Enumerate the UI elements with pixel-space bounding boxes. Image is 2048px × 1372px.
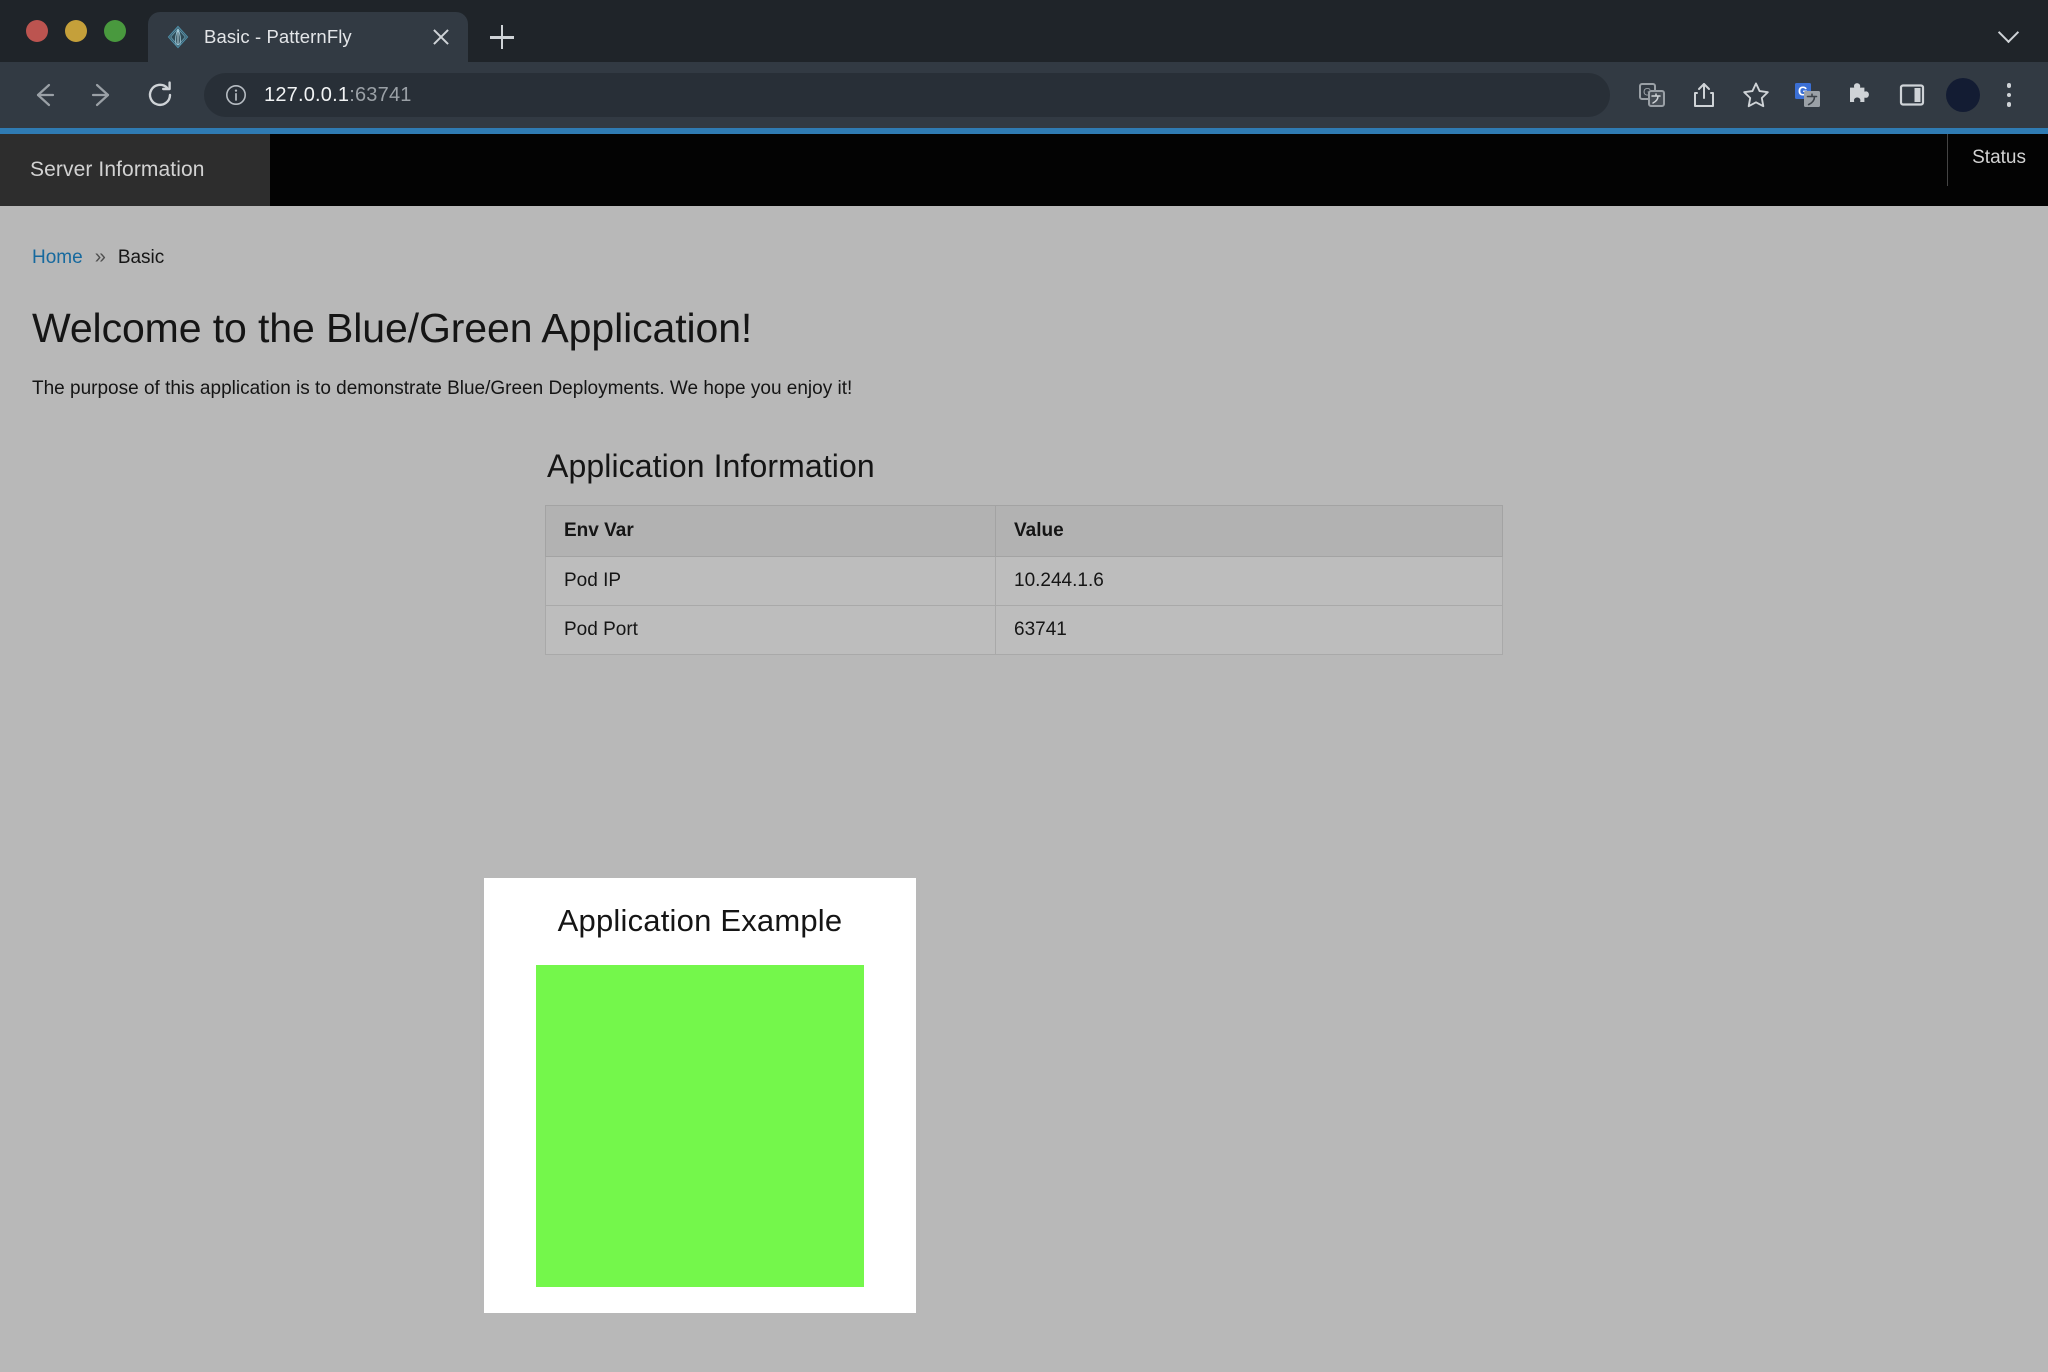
patternfly-logo-icon (167, 25, 189, 49)
reload-button[interactable] (138, 73, 182, 117)
masthead-spacer (270, 134, 1947, 206)
masthead-status-label[interactable]: Status (1972, 134, 2026, 169)
cell-env-var: Pod Port (545, 605, 996, 655)
application-information-table: Env Var Value Pod IP 10.244.1.6 Pod Port… (545, 505, 1503, 655)
masthead-brand-label: Server Information (30, 158, 205, 181)
column-header-value: Value (995, 505, 1503, 557)
browser-tab[interactable]: Basic - PatternFly (148, 12, 468, 62)
column-header-env-var: Env Var (545, 505, 996, 557)
cell-env-var: Pod IP (545, 556, 996, 606)
close-window-button[interactable] (26, 20, 48, 42)
extensions-puzzle-icon[interactable] (1834, 73, 1886, 117)
share-icon[interactable] (1678, 73, 1730, 117)
minimize-window-button[interactable] (65, 20, 87, 42)
masthead-brand[interactable]: Server Information (0, 134, 270, 206)
table-row: Pod Port 63741 (545, 605, 1503, 655)
browser-menu-button[interactable] (1992, 73, 2026, 117)
maximize-window-button[interactable] (104, 20, 126, 42)
chevron-down-icon[interactable] (1996, 18, 2022, 44)
close-tab-icon[interactable] (428, 24, 454, 50)
app-masthead: Server Information Status (0, 134, 2048, 206)
breadcrumb-item-home[interactable]: Home (32, 247, 83, 269)
application-information-heading: Application Information (547, 448, 875, 484)
url-host: 127.0.0.1 (264, 83, 350, 106)
toolbar-icons: G G (1626, 73, 2026, 117)
breadcrumb: Home » Basic (0, 206, 2048, 269)
tab-strip-right (1996, 0, 2048, 62)
new-tab-button[interactable] (482, 17, 522, 57)
url-port: :63741 (349, 83, 412, 106)
cell-value: 10.244.1.6 (995, 556, 1503, 606)
page-content: Home » Basic Welcome to the Blue/Green A… (0, 206, 2048, 1372)
browser-toolbar: 127.0.0.1:63741 G G (0, 62, 2048, 128)
table-header-row: Env Var Value (545, 505, 1503, 557)
application-example-card: Application Example (484, 878, 916, 1313)
page-viewport: Server Information Status Home » Basic W… (0, 128, 2048, 1372)
back-button[interactable] (22, 73, 66, 117)
translate-icon[interactable]: G (1626, 73, 1678, 117)
table-row: Pod IP 10.244.1.6 (545, 556, 1503, 606)
bookmark-star-icon[interactable] (1730, 73, 1782, 117)
url-text: 127.0.0.1:63741 (264, 84, 412, 107)
tab-title: Basic - PatternFly (204, 26, 352, 47)
breadcrumb-separator: » (94, 246, 106, 268)
side-panel-icon[interactable] (1886, 73, 1938, 117)
page-subtitle: The purpose of this application is to de… (32, 378, 853, 399)
breadcrumb-item-current: Basic (117, 246, 165, 268)
info-circle-icon[interactable] (224, 83, 248, 107)
masthead-divider (1947, 134, 1949, 186)
masthead-toolbar: Status (1947, 134, 2048, 206)
window-traffic-lights (0, 0, 146, 62)
forward-button[interactable] (80, 73, 124, 117)
application-information-section: Application Information Env Var Value Po… (545, 448, 1503, 655)
application-example-color-swatch (536, 965, 864, 1287)
address-bar[interactable]: 127.0.0.1:63741 (204, 73, 1610, 117)
tab-strip: Basic - PatternFly (0, 0, 2048, 62)
profile-avatar[interactable] (1946, 78, 1980, 112)
page-title: Welcome to the Blue/Green Application! (32, 305, 753, 351)
browser-window: Basic - PatternFly 127.0.0.1:63741 G G S… (0, 0, 2048, 1372)
google-translate-extension-icon[interactable]: G (1782, 73, 1834, 117)
application-example-heading: Application Example (557, 903, 843, 938)
cell-value: 63741 (995, 605, 1503, 655)
